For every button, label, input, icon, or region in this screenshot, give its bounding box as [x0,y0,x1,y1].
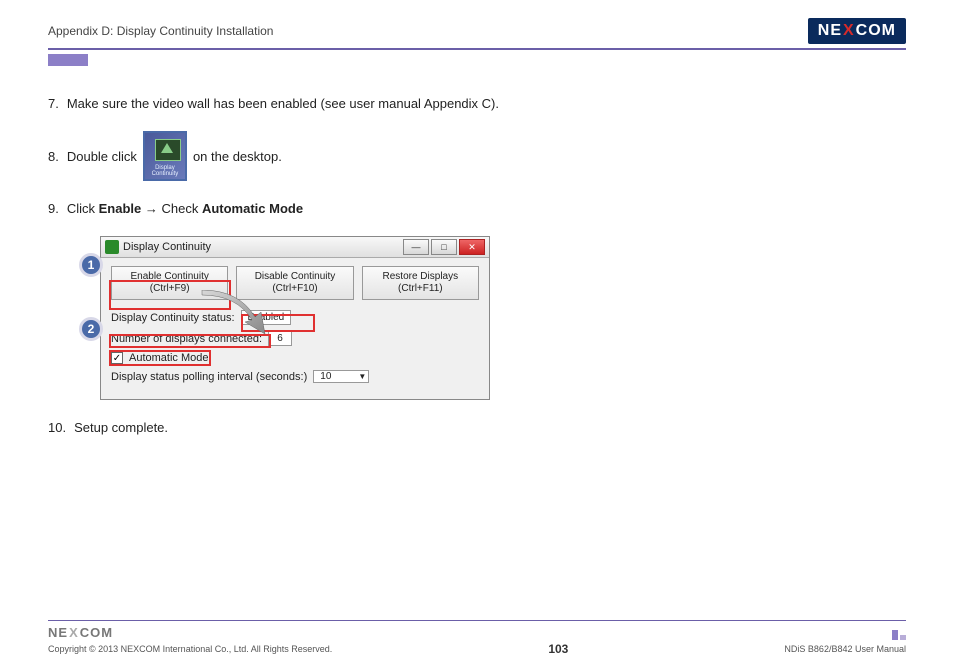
automatic-mode-label: Automatic Mode [129,352,208,364]
footer-logo: NEXCOM [48,625,113,640]
header-title: Appendix D: Display Continuity Installat… [48,24,273,38]
disable-continuity-button[interactable]: Disable Continuity (Ctrl+F10) [236,266,353,300]
enable-continuity-button[interactable]: Enable Continuity (Ctrl+F9) [111,266,228,300]
copyright-text: Copyright © 2013 NEXCOM International Co… [48,644,332,654]
num-displays-label: Number of displays connected: [111,333,262,345]
icon-label-line2: Continuity [152,171,179,177]
window-body: Enable Continuity (Ctrl+F9) Disable Cont… [101,258,489,399]
status-label: Display Continuity status: [111,312,235,324]
restore-displays-button[interactable]: Restore Displays (Ctrl+F11) [362,266,479,300]
callout-2: 2 [79,317,103,341]
nexcom-logo: NEXCOM [808,18,906,44]
status-value: Enabled [241,310,292,325]
logo-post: COM [856,22,896,40]
step-9: 9. Click Enable → Check Automatic Mode [48,201,906,216]
polling-interval-row: Display status polling interval (seconds… [111,370,479,383]
page-number: 103 [548,642,568,656]
logo-x: X [843,22,855,40]
page-footer: NEXCOM Copyright © 2013 NEXCOM Internati… [48,620,906,656]
step-number: 8. [48,149,59,164]
bold-enable: Enable [99,201,142,216]
display-continuity-window: 1 2 Display Continuity — □ ✕ [100,236,490,400]
maximize-button[interactable]: □ [431,239,457,255]
step-8: 8. Double click Display Continuity on th… [48,131,906,181]
bold-automatic: Automatic Mode [202,201,303,216]
window-titlebar: Display Continuity — □ ✕ [101,237,489,258]
polling-interval-label: Display status polling interval (seconds… [111,371,307,383]
polling-interval-value: 10 [320,371,331,382]
callout-1: 1 [79,253,103,277]
page-content: 7. Make sure the video wall has been ena… [48,96,906,435]
polling-interval-dropdown[interactable]: 10 ▼ [313,370,369,383]
header-accent-bar [48,54,88,66]
num-displays-row: Number of displays connected: 6 [111,331,479,346]
step-number: 10. [48,420,66,435]
step-10: 10. Setup complete. [48,420,906,435]
minimize-button[interactable]: — [403,239,429,255]
step-text: Click Enable → Check Automatic Mode [67,201,303,216]
automatic-mode-checkbox[interactable]: ✓ [111,352,123,364]
step-number: 7. [48,96,59,111]
step-7: 7. Make sure the video wall has been ena… [48,96,906,111]
chevron-down-icon: ▼ [358,372,366,381]
footer-decoration-icon [892,630,906,640]
step-number: 9. [48,201,59,216]
step-text-after: on the desktop. [193,149,282,164]
document-name: NDiS B862/B842 User Manual [784,644,906,654]
automatic-mode-row: ✓ Automatic Mode [111,352,479,364]
window-controls: — □ ✕ [403,239,485,255]
status-row: Display Continuity status: Enabled [111,310,479,325]
num-displays-value: 6 [268,331,292,346]
step-text-before: Double click [67,149,137,164]
window-app-icon [105,240,119,254]
window-title: Display Continuity [123,241,211,253]
display-continuity-desktop-icon[interactable]: Display Continuity [143,131,187,181]
step-text: Setup complete. [74,420,168,435]
step-text: Make sure the video wall has been enable… [67,96,499,111]
close-button[interactable]: ✕ [459,239,485,255]
page-header: Appendix D: Display Continuity Installat… [48,18,906,50]
logo-pre: NE [818,22,842,40]
